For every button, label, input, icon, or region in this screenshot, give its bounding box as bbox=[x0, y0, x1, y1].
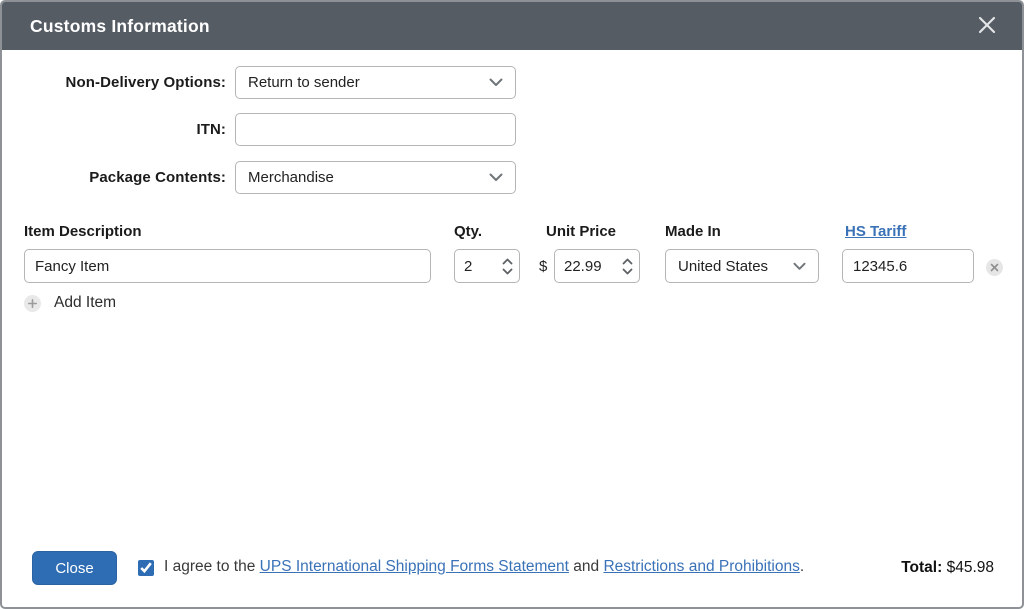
restrictions-prohibitions-link[interactable]: Restrictions and Prohibitions bbox=[603, 558, 799, 575]
item-description-input[interactable] bbox=[24, 249, 431, 283]
unit-price-stepper[interactable]: 22.99 bbox=[554, 249, 640, 283]
chevron-down-icon bbox=[489, 169, 503, 186]
add-item-button[interactable]: Add Item bbox=[24, 294, 116, 312]
agreement-text: I agree to the UPS International Shippin… bbox=[164, 558, 804, 576]
made-in-value: United States bbox=[678, 258, 768, 275]
dialog-title: Customs Information bbox=[30, 16, 210, 37]
item-description-header: Item Description bbox=[24, 223, 142, 240]
hs-tariff-link[interactable]: HS Tariff bbox=[845, 223, 906, 240]
remove-item-button[interactable] bbox=[986, 259, 1003, 276]
package-contents-label: Package Contents: bbox=[30, 169, 226, 186]
close-button[interactable]: Close bbox=[32, 551, 117, 585]
hs-tariff-input[interactable] bbox=[842, 249, 974, 283]
qty-stepper[interactable]: 2 bbox=[454, 249, 520, 283]
package-contents-select[interactable]: Merchandise bbox=[235, 161, 516, 194]
non-delivery-options-value: Return to sender bbox=[248, 74, 360, 91]
customs-information-dialog: Customs Information Non-Delivery Options… bbox=[0, 0, 1024, 609]
unit-price-value: 22.99 bbox=[564, 258, 602, 275]
agreement-row: I agree to the UPS International Shippin… bbox=[138, 558, 804, 576]
chevron-up-icon[interactable] bbox=[622, 258, 633, 265]
made-in-header: Made In bbox=[665, 223, 721, 240]
qty-header: Qty. bbox=[454, 223, 482, 240]
chevron-down-icon bbox=[489, 74, 503, 91]
agreement-checkbox[interactable] bbox=[138, 560, 154, 576]
currency-symbol: $ bbox=[539, 249, 547, 283]
unit-price-header: Unit Price bbox=[546, 223, 616, 240]
non-delivery-options-select[interactable]: Return to sender bbox=[235, 66, 516, 99]
chevron-down-icon bbox=[793, 258, 806, 275]
x-icon bbox=[976, 14, 998, 39]
itn-label: ITN: bbox=[30, 121, 226, 138]
qty-value: 2 bbox=[464, 258, 472, 275]
package-contents-row: Package Contents: Merchandise bbox=[30, 161, 516, 194]
chevron-up-icon[interactable] bbox=[502, 258, 513, 265]
agreement-prefix: I agree to the bbox=[164, 558, 260, 575]
non-delivery-options-row: Non-Delivery Options: Return to sender bbox=[30, 66, 516, 99]
x-circle-icon bbox=[990, 260, 999, 275]
itn-input[interactable] bbox=[235, 113, 516, 146]
chevron-down-icon[interactable] bbox=[622, 268, 633, 275]
total-value: $45.98 bbox=[942, 559, 994, 576]
total-label: Total: bbox=[901, 559, 942, 576]
made-in-select[interactable]: United States bbox=[665, 249, 819, 283]
total: Total: $45.98 bbox=[901, 559, 994, 577]
package-contents-value: Merchandise bbox=[248, 169, 334, 186]
ups-forms-statement-link[interactable]: UPS International Shipping Forms Stateme… bbox=[260, 558, 569, 575]
plus-circle-icon bbox=[24, 295, 41, 312]
agreement-suffix: . bbox=[800, 558, 804, 575]
non-delivery-options-label: Non-Delivery Options: bbox=[30, 74, 226, 91]
agreement-middle: and bbox=[569, 558, 603, 575]
dialog-close-button[interactable] bbox=[974, 13, 1000, 39]
itn-row: ITN: bbox=[30, 113, 516, 146]
dialog-titlebar: Customs Information bbox=[2, 2, 1022, 50]
add-item-label: Add Item bbox=[54, 294, 116, 312]
chevron-down-icon[interactable] bbox=[502, 268, 513, 275]
